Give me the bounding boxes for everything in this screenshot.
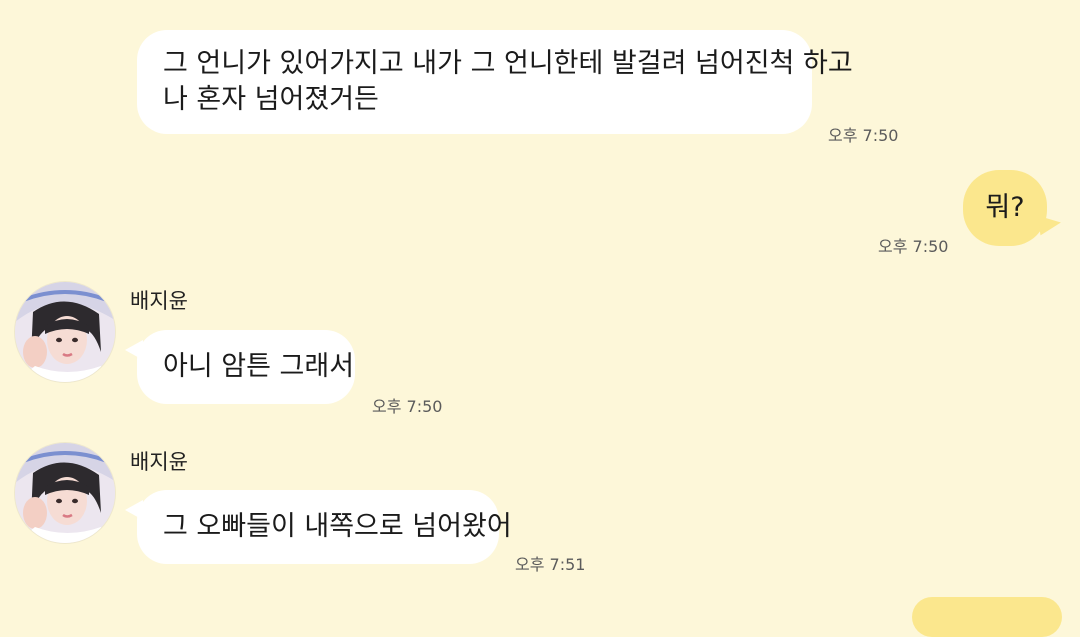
message-text-line: 나 혼자 넘어졌거든 xyxy=(163,84,379,115)
incoming-message-bubble[interactable]: 아니 암튼 그래서 xyxy=(125,330,355,404)
message-text: 그 오빠들이 내쪽으로 넘어왔어 xyxy=(163,511,512,542)
chat-message-list[interactable]: 그 언니가 있어가지고 내가 그 언니한테 발걸려 넘어진척 하고 나 혼자 넘… xyxy=(0,0,1080,637)
outgoing-message-bubble-partial[interactable] xyxy=(912,597,1062,637)
outgoing-message-bubble[interactable]: 뭐? xyxy=(963,170,1047,246)
message-text: 아니 암튼 그래서 xyxy=(163,351,355,382)
message-timestamp: 오후 7:50 xyxy=(828,126,899,145)
message-timestamp: 오후 7:50 xyxy=(878,237,949,256)
message-timestamp: 오후 7:51 xyxy=(515,555,586,574)
message-text: 뭐? xyxy=(985,192,1025,223)
sender-avatar[interactable] xyxy=(15,443,115,543)
incoming-message-bubble[interactable]: 그 언니가 있어가지고 내가 그 언니한테 발걸려 넘어진척 하고 나 혼자 넘… xyxy=(137,30,853,134)
sender-avatar[interactable] xyxy=(15,282,115,382)
message-timestamp: 오후 7:50 xyxy=(372,397,443,416)
sender-name: 배지윤 xyxy=(130,450,188,474)
incoming-message-bubble[interactable]: 그 오빠들이 내쪽으로 넘어왔어 xyxy=(125,490,512,564)
message-text-line: 그 언니가 있어가지고 내가 그 언니한테 발걸려 넘어진척 하고 xyxy=(163,48,853,79)
sender-name: 배지윤 xyxy=(130,289,188,313)
profile-photo-avatar-icon xyxy=(15,443,115,543)
profile-photo-avatar-icon xyxy=(15,282,115,382)
